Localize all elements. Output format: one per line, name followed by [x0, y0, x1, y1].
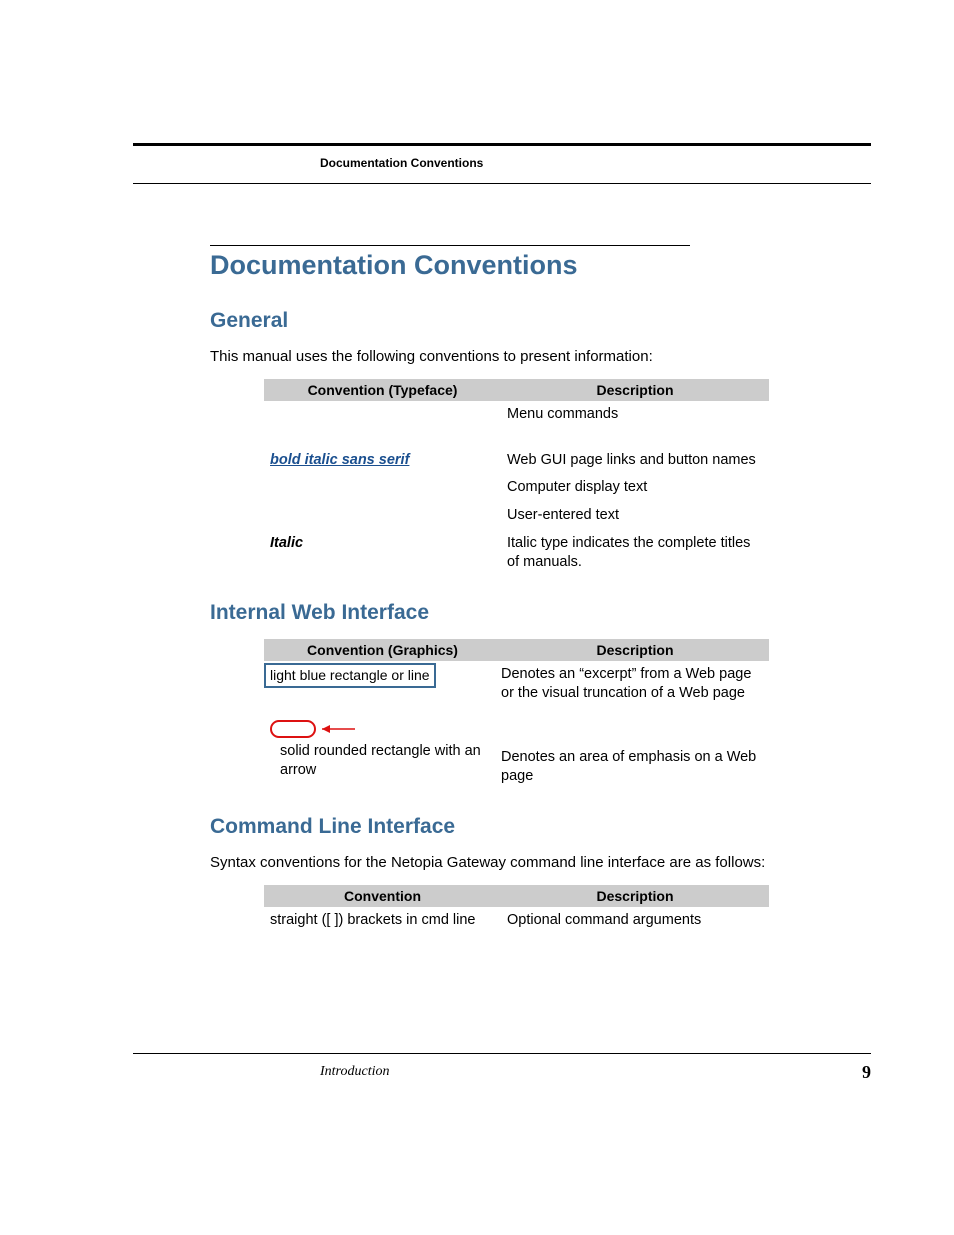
cli-th-right: Description [501, 885, 769, 907]
internal-table: Convention (Graphics) Description light … [264, 639, 769, 791]
section-heading-general: General [210, 309, 784, 333]
table-cell: User-entered text [501, 502, 769, 530]
table-cell [264, 502, 501, 530]
table-cell: Denotes an “excerpt” from a Web page or … [501, 661, 769, 708]
light-blue-rectangle-sample: light blue rectangle or line [264, 663, 436, 688]
table-cell: bold italic sans serif [264, 429, 501, 475]
table-cell: Denotes an area of emphasis on a Web pag… [501, 708, 769, 791]
internal-th-right: Description [501, 639, 769, 661]
general-th-left: Convention (Typeface) [264, 379, 501, 401]
table-cell: Menu commands [501, 401, 769, 429]
general-th-right: Description [501, 379, 769, 401]
footer-page-number: 9 [862, 1062, 871, 1083]
rounded-rect-arrow-icon [270, 718, 360, 740]
table-cell [264, 474, 501, 502]
table-cell: solid rounded rectangle with an arrow [264, 708, 501, 791]
table-cell: Italic type indicates the complete title… [501, 530, 769, 577]
cli-table: Convention Description straight ([ ]) br… [264, 885, 769, 935]
footer-chapter: Introduction [320, 1064, 389, 1080]
general-table: Convention (Typeface) Description Menu c… [264, 379, 769, 576]
general-intro: This manual uses the following conventio… [210, 347, 784, 367]
page-title: Documentation Conventions [210, 250, 784, 281]
internal-th-left: Convention (Graphics) [264, 639, 501, 661]
section-heading-cli: Command Line Interface [210, 815, 784, 839]
running-header: Documentation Conventions [320, 156, 483, 170]
table-cell: Web GUI page links and button names [501, 429, 769, 475]
table-cell: Computer display text [501, 474, 769, 502]
italic-sample: Italic [270, 535, 303, 551]
header-rule-top [133, 143, 871, 146]
title-rule [210, 245, 690, 246]
footer-rule [133, 1053, 871, 1054]
content-area: Documentation Conventions General This m… [210, 245, 784, 935]
rounded-rect-label: solid rounded rectangle with an arrow [270, 740, 495, 781]
section-heading-internal: Internal Web Interface [210, 601, 784, 625]
table-cell: light blue rectangle or line [264, 661, 501, 708]
table-cell [264, 401, 501, 429]
header-rule-bottom [133, 183, 871, 184]
cli-th-left: Convention [264, 885, 501, 907]
bold-italic-sample: bold italic sans serif [270, 452, 409, 468]
table-cell: Optional command arguments [501, 907, 769, 935]
cli-intro: Syntax conventions for the Netopia Gatew… [210, 853, 784, 873]
table-cell: Italic [264, 530, 501, 577]
page: Documentation Conventions Documentation … [0, 0, 954, 1235]
table-cell: straight ([ ]) brackets in cmd line [264, 907, 501, 935]
